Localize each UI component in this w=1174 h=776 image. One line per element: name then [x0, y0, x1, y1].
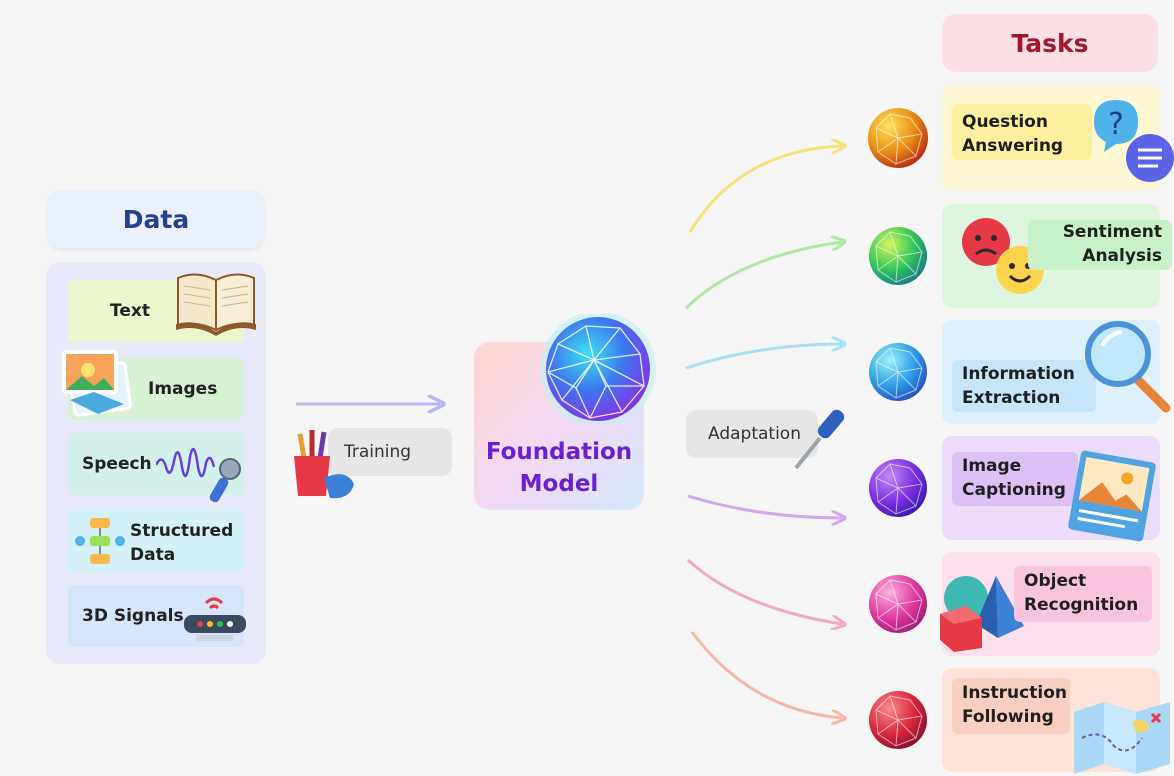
data-item-label: 3D Signals	[82, 606, 184, 626]
question-chat-icon: ?	[1094, 100, 1174, 182]
task-label-sentiment-analysis: Sentiment Analysis	[1028, 220, 1172, 270]
adaptation-label: Adaptation	[708, 424, 801, 444]
task-label-question-answering: Question Answering	[952, 104, 1092, 160]
router-icon	[184, 597, 246, 641]
data-item-label: Speech	[82, 454, 152, 474]
task-label-image-captioning: Image Captioning	[952, 452, 1078, 506]
sphere-image-captioning-icon	[869, 459, 927, 517]
data-item-label: Text	[110, 301, 150, 321]
data-item-speech: Speech	[68, 433, 244, 503]
task-label-object-recognition: Object Recognition	[1014, 566, 1152, 622]
sphere-question-answering-icon	[868, 108, 928, 168]
task-label-instruction-following: Instruction Following	[952, 678, 1070, 734]
svg-text:?: ?	[1108, 107, 1124, 142]
data-item-text: Text	[68, 273, 256, 342]
tasks-header: Tasks	[942, 14, 1158, 72]
data-item-label: Structured Data	[130, 521, 234, 565]
data-header: Data	[48, 190, 264, 248]
book-icon	[176, 273, 256, 336]
paint-cup-icon	[294, 430, 354, 499]
data-item-structured-data: Structured Data	[68, 510, 244, 572]
data-item-label: Images	[148, 379, 218, 399]
picture-card-icon	[1068, 450, 1156, 542]
sphere-sentiment-analysis-icon	[869, 227, 927, 285]
sphere-instruction-following-icon	[869, 691, 927, 749]
images-icon	[62, 350, 132, 417]
foundation-model-sphere-icon	[540, 314, 656, 424]
treasure-map-icon	[1074, 702, 1170, 774]
sphere-information-extraction-icon	[869, 343, 927, 401]
data-item-images: Images	[62, 350, 244, 420]
task-label-information-extraction: Information Extraction	[952, 360, 1096, 412]
screwdriver-icon	[794, 409, 845, 470]
sphere-object-recognition-icon	[869, 575, 927, 633]
foundation-model-label: Foundation Model	[485, 439, 633, 497]
magnifier-icon	[1085, 321, 1171, 413]
data-item-3d-signals: 3D Signals	[68, 585, 246, 647]
waveform-microphone-icon	[156, 447, 241, 503]
flowchart-icon	[75, 518, 125, 564]
